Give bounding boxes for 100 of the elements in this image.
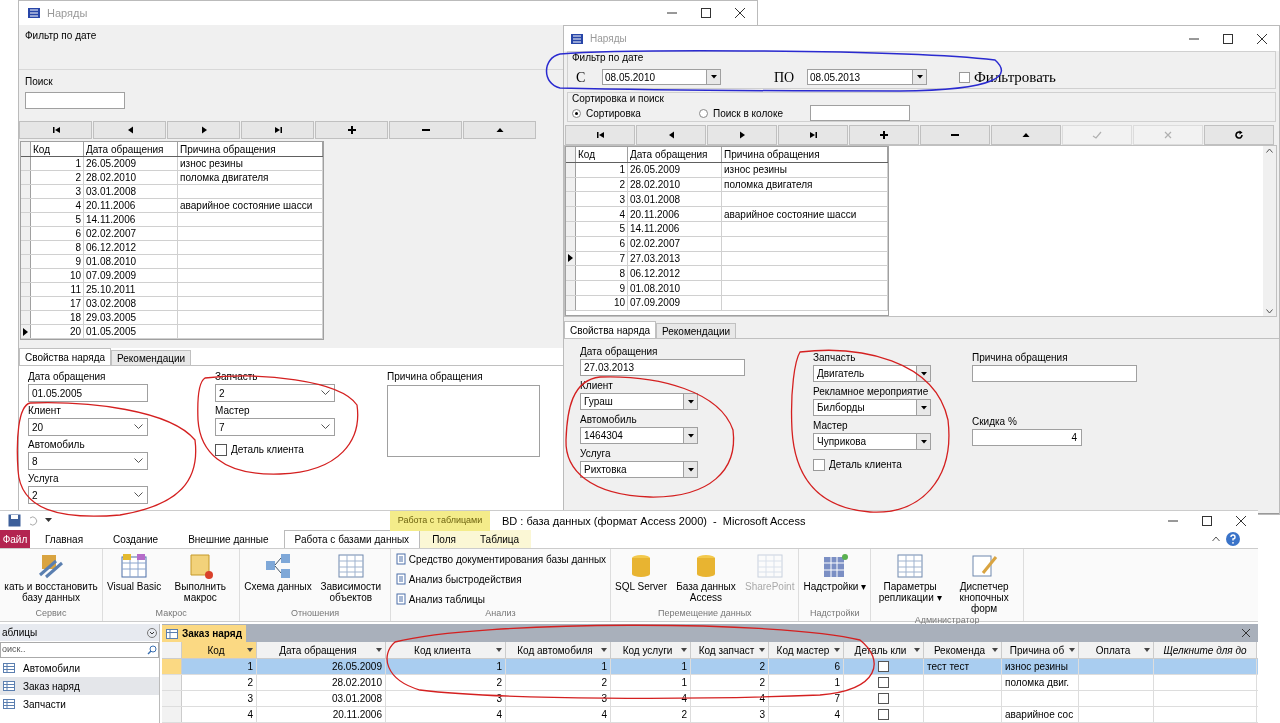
dropdown-arrow-button[interactable] — [706, 70, 720, 85]
combo-box[interactable]: 20 — [28, 418, 148, 436]
text-area[interactable] — [387, 385, 540, 457]
ribbon-tab[interactable]: Таблица — [467, 530, 532, 548]
text-field[interactable]: 27.03.2013 — [580, 359, 745, 376]
text-field[interactable]: 01.05.2005 — [28, 384, 148, 402]
maximize-icon[interactable] — [1202, 515, 1212, 526]
save-icon[interactable] — [8, 514, 21, 527]
checkbox[interactable] — [878, 693, 889, 704]
dropdown-arrow-button[interactable] — [912, 70, 926, 85]
close-icon[interactable] — [1242, 629, 1250, 637]
record-selector[interactable] — [162, 707, 182, 722]
combo-box[interactable]: Двигатель — [813, 365, 931, 382]
ribbon-button[interactable]: Схема данных — [244, 551, 312, 603]
ribbon-button[interactable]: кать и восстановить базу данных — [4, 551, 98, 603]
navigation-item[interactable]: Запчасти — [0, 695, 159, 713]
dropdown-arrow-button[interactable] — [916, 434, 930, 449]
help-icon[interactable] — [1226, 532, 1240, 546]
ribbon-button[interactable]: SQL Server — [615, 551, 667, 603]
checkbox[interactable] — [215, 443, 227, 456]
combo-box[interactable]: 8 — [28, 452, 148, 470]
text-field[interactable] — [972, 365, 1137, 382]
ribbon-button[interactable]: Средство документирования базы данных — [394, 551, 607, 567]
search-field[interactable]: оиск.. — [0, 642, 159, 658]
combo-box[interactable]: Гураш — [580, 393, 698, 410]
dropdown-arrow-button[interactable] — [683, 428, 697, 443]
ribbon-tab[interactable]: Главная — [30, 530, 99, 548]
checkbox[interactable] — [813, 458, 825, 471]
navigation-item[interactable]: Автомобили — [0, 659, 159, 677]
navigation-button[interactable] — [315, 121, 388, 139]
tab[interactable]: Рекомендации — [111, 350, 192, 365]
select-all-corner[interactable] — [162, 642, 182, 658]
ribbon-button[interactable]: Зависимости объектов — [315, 551, 386, 603]
column-header[interactable]: Код — [182, 642, 257, 658]
ribbon-button[interactable]: Надстройки ▾ — [803, 551, 867, 592]
dropdown-arrow-button[interactable] — [683, 394, 697, 409]
radio-button[interactable] — [572, 108, 581, 118]
ribbon-button[interactable]: Параметры репликации ▾ — [875, 551, 946, 614]
column-header[interactable]: Причина об — [1002, 642, 1079, 658]
dropdown-arrow-button[interactable] — [683, 462, 697, 477]
checkbox[interactable] — [878, 661, 889, 672]
ribbon-tab[interactable]: Создание — [98, 530, 174, 548]
vertical-scrollbar[interactable] — [1263, 146, 1276, 316]
date-picker[interactable]: 08.05.2013 — [807, 69, 927, 86]
dropdown-arrow-button[interactable] — [916, 366, 930, 381]
column-header[interactable]: Оплата — [1079, 642, 1154, 658]
date-picker[interactable]: 08.05.2010 — [602, 69, 721, 86]
combo-box[interactable]: Рихтовка — [580, 461, 698, 478]
checkbox[interactable] — [878, 677, 889, 688]
ribbon-button[interactable]: Анализ таблицы — [394, 591, 607, 607]
search-field[interactable] — [25, 92, 125, 109]
tab[interactable]: Свойства наряда — [19, 348, 112, 365]
column-header[interactable]: Щелкните для до — [1154, 642, 1257, 658]
ribbon-button[interactable]: Диспетчер кнопочных форм — [949, 551, 1020, 614]
search-field[interactable] — [810, 105, 910, 121]
record-selector[interactable] — [162, 675, 182, 690]
column-header[interactable]: Код клиента — [386, 642, 506, 658]
tab[interactable]: Рекомендации — [656, 323, 737, 338]
table-cell-text: 4 — [75, 199, 81, 213]
undo-icon[interactable] — [27, 515, 39, 526]
ribbon-tab[interactable]: Работа с базами данных — [283, 530, 421, 548]
column-header[interactable]: Код автомобиля — [506, 642, 611, 658]
close-icon[interactable] — [735, 8, 745, 18]
maximize-icon[interactable] — [1223, 33, 1233, 44]
tab[interactable]: Свойства наряда — [564, 321, 657, 338]
combo-box[interactable]: Чуприкова — [813, 433, 931, 450]
ribbon-tab[interactable]: Внешние данные — [173, 530, 284, 548]
table-row[interactable]: 4 20.11.2006 4 4 2 3 4 аварийное сос — [162, 707, 1258, 723]
chevron-up-icon[interactable] — [1212, 536, 1220, 542]
ribbon-button[interactable]: Анализ быстродействия — [394, 571, 607, 587]
ribbon-button[interactable]: База данных Access — [671, 551, 741, 603]
maximize-icon[interactable] — [701, 8, 711, 18]
record-selector[interactable] — [162, 691, 182, 706]
close-icon[interactable] — [1236, 515, 1246, 526]
column-header[interactable]: Код мастер — [769, 642, 844, 658]
table-row[interactable]: 1 26.05.2009 1 1 1 2 6 тест тест износ резины — [162, 659, 1258, 675]
combo-box[interactable]: 2 — [215, 384, 335, 402]
close-icon[interactable] — [1257, 33, 1267, 44]
document-tab[interactable]: Заказ наряд — [162, 625, 247, 642]
ribbon-button[interactable]: Выполнить макрос — [165, 551, 236, 603]
combo-box[interactable]: 7 — [215, 418, 335, 436]
text-field[interactable]: 4 — [972, 429, 1082, 446]
checkbox[interactable] — [959, 71, 970, 83]
row-selector[interactable] — [566, 251, 576, 266]
checkbox[interactable] — [878, 709, 889, 720]
row-selector[interactable] — [21, 325, 31, 338]
radio-button[interactable] — [699, 108, 708, 118]
dropdown-arrow-button[interactable] — [916, 400, 930, 415]
table-row[interactable]: 2 28.02.2010 2 2 1 2 1 поломка двиг. — [162, 675, 1258, 691]
ribbon-tab[interactable]: Файл — [0, 530, 30, 548]
chevron-down-icon[interactable] — [147, 627, 157, 638]
column-header[interactable]: Код услуги — [611, 642, 691, 658]
combo-box[interactable]: Билборды — [813, 399, 931, 416]
column-header[interactable]: Дата обращения — [257, 642, 386, 658]
combo-box[interactable]: 2 — [28, 486, 148, 504]
navigation-item[interactable]: Заказ наряд — [0, 677, 159, 695]
combo-box[interactable]: 1464304 — [580, 427, 698, 444]
column-header[interactable]: Код запчаст — [691, 642, 769, 658]
ribbon-button[interactable]: Visual Basic — [107, 551, 162, 603]
column-header[interactable]: Рекоменда — [924, 642, 1002, 658]
